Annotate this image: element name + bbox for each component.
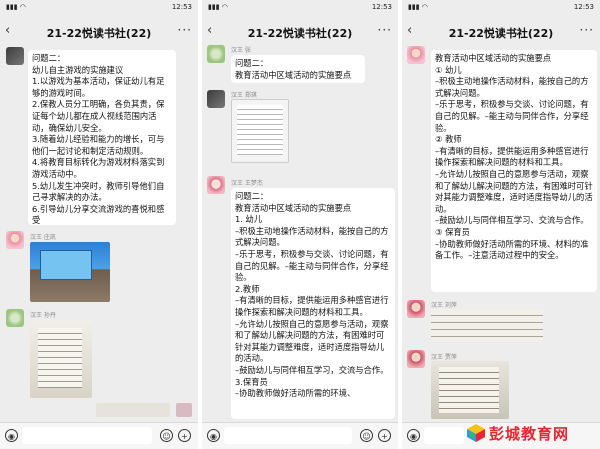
emoji-icon[interactable]: ☺: [360, 429, 373, 442]
sender-name: 汉王 刘萍: [431, 302, 457, 309]
status-bar: ▮▮▮ ◠ 12:53: [202, 0, 398, 14]
message-bubble[interactable]: 问题二： 幼儿自主游戏的实施建议 1.以游戏为基本活动，保证幼儿有足够的游戏时间…: [28, 50, 176, 225]
chat-header: ‹ 21-22悦读书社(22) ···: [402, 22, 600, 42]
notebook-page: [38, 328, 82, 388]
avatar[interactable]: [407, 46, 425, 64]
cube-logo-icon: [467, 424, 485, 442]
photo-message[interactable]: [431, 361, 509, 419]
sender-name: 汉王 郑琪: [231, 92, 257, 99]
voice-icon[interactable]: ◉: [407, 429, 420, 442]
more-icon[interactable]: ···: [178, 23, 192, 37]
photo-message[interactable]: [231, 99, 289, 163]
sender-name: 汉王 张: [231, 47, 251, 54]
photo-message[interactable]: [176, 403, 192, 417]
chat-header: ‹ 21-22悦读书社(22) ···: [0, 22, 198, 42]
chat-title: 21-22悦读书社(22): [448, 27, 554, 40]
avatar[interactable]: [6, 231, 24, 249]
signal-icon: ▮▮▮ ◠: [208, 3, 228, 11]
chat-panel-1: ▮▮▮ ◠ 12:53 ‹ 21-22悦读书社(22) ··· 问题二： 幼儿自…: [0, 0, 198, 449]
status-time: 12:53: [171, 3, 192, 11]
avatar[interactable]: [407, 350, 425, 368]
signal-icon: ▮▮▮ ◠: [6, 3, 26, 11]
voice-icon[interactable]: ◉: [5, 429, 18, 442]
sender-name: 汉王 庄凯: [30, 234, 56, 241]
chat-title: 21-22悦读书社(22): [46, 27, 152, 40]
chat-title: 21-22悦读书社(22): [247, 27, 353, 40]
handwritten-page: [439, 367, 499, 413]
document-screenshot: [237, 105, 283, 155]
voice-icon[interactable]: ◉: [207, 429, 220, 442]
more-icon[interactable]: ···: [580, 23, 594, 37]
input-bar: ◉ ☺ +: [202, 422, 398, 449]
watermark-logo: 彭城教育网: [466, 421, 594, 447]
message-input[interactable]: [22, 427, 152, 444]
plus-icon[interactable]: +: [378, 429, 391, 442]
watermark-text: 彭城教育网: [489, 425, 570, 443]
classroom-screen: [40, 250, 92, 280]
plus-icon[interactable]: +: [178, 429, 191, 442]
photo-message[interactable]: [431, 309, 543, 341]
message-input[interactable]: [224, 427, 352, 444]
status-bar: ▮▮▮ ◠ 12:53: [402, 0, 600, 14]
status-time: 12:53: [371, 3, 392, 11]
avatar[interactable]: [207, 90, 225, 108]
chat-panel-3: ▮▮▮ ◠ 12:53 ‹ 21-22悦读书社(22) ··· 教育活动中区域活…: [402, 0, 600, 449]
input-bar: ◉ ☺ +: [0, 422, 198, 449]
status-bar: ▮▮▮ ◠ 12:53: [0, 0, 198, 14]
message-input[interactable]: [424, 427, 464, 444]
signal-icon: ▮▮▮ ◠: [408, 3, 428, 11]
avatar[interactable]: [6, 47, 24, 65]
photo-message[interactable]: [30, 242, 110, 302]
sender-name: 汉王 孙丹: [30, 312, 56, 319]
avatar[interactable]: [407, 300, 425, 318]
chat-header: ‹ 21-22悦读书社(22) ···: [202, 22, 398, 42]
avatar[interactable]: [6, 309, 24, 327]
sender-name: 汉王 王梦杰: [231, 180, 263, 187]
photo-message[interactable]: [96, 403, 170, 417]
avatar[interactable]: [207, 176, 225, 194]
photo-message[interactable]: [30, 320, 92, 398]
avatar[interactable]: [207, 45, 225, 63]
sender-name: 汉王 贾萍: [431, 354, 457, 361]
message-bubble[interactable]: 问题二： 教育活动中区域活动的实施要点 1. 幼儿 –积极主动地操作活动材料，能…: [231, 188, 395, 419]
message-bubble[interactable]: 问题二： 教育活动中区域活动的实施要点: [231, 55, 365, 83]
more-icon[interactable]: ···: [378, 23, 392, 37]
emoji-icon[interactable]: ☺: [160, 429, 173, 442]
message-bubble[interactable]: 教育活动中区域活动的实施要点 ① 幼儿 –积极主动地操作活动材料，能按自己的方式…: [431, 50, 597, 292]
chat-panel-2: ▮▮▮ ◠ 12:53 ‹ 21-22悦读书社(22) ··· 汉王 张 问题二…: [202, 0, 398, 449]
status-time: 12:53: [573, 3, 594, 11]
